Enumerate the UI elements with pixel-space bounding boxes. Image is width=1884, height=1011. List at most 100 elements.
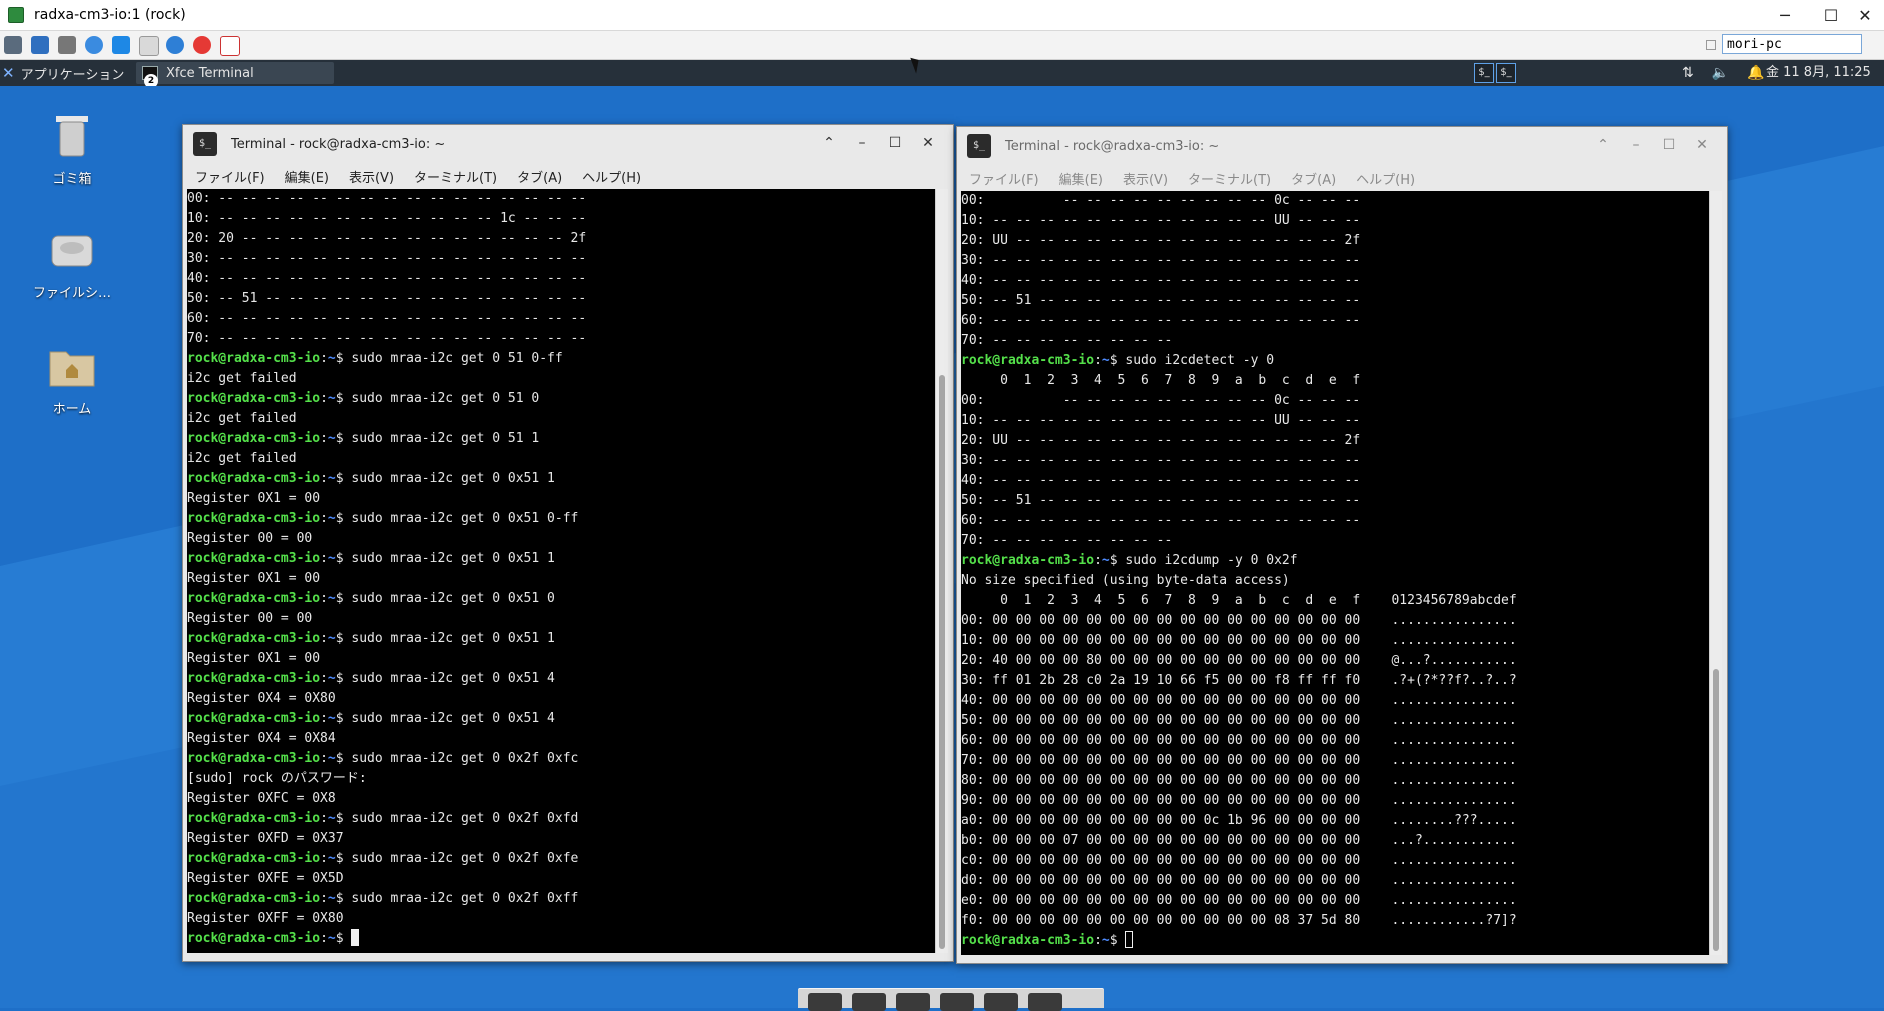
prompt-user: rock@radxa-cm3-io — [187, 391, 321, 406]
refresh-icon[interactable] — [85, 36, 103, 54]
dock-folder-icon[interactable] — [1028, 993, 1062, 1011]
ctrl-alt-del-icon[interactable] — [220, 36, 240, 56]
prompt-user: rock@radxa-cm3-io — [187, 631, 321, 646]
menu-edit[interactable]: 編集(E) — [285, 167, 329, 186]
prompt-line: rock@radxa-cm3-io:~$ sudo mraa-i2c get 0… — [187, 549, 935, 569]
dock-file-manager-icon[interactable] — [896, 993, 930, 1011]
workspace-pager[interactable]: $_ $_ — [1474, 63, 1516, 83]
viewer-title: radxa-cm3-io:1 (rock) — [34, 7, 186, 23]
output-line: d0: 00 00 00 00 00 00 00 00 00 00 00 00 … — [961, 873, 1517, 888]
panel-clock[interactable]: 金 11 8月, 11:25 ro — [1766, 60, 1884, 86]
dock-search-icon[interactable] — [984, 993, 1018, 1011]
scrollbar-thumb[interactable] — [939, 375, 945, 949]
prompt-path: ~ — [327, 671, 336, 686]
maximize-button[interactable]: ☐ — [885, 135, 905, 153]
terminal-screen[interactable]: 00: -- -- -- -- -- -- -- -- -- -- -- -- … — [187, 189, 935, 953]
desktop-icon-label: ゴミ箱 — [52, 172, 92, 187]
prompt-command: $ sudo mraa-i2c get 0 0x51 0 — [335, 591, 555, 606]
output-line: 80: 00 00 00 00 00 00 00 00 00 00 00 00 … — [961, 773, 1517, 788]
terminal-screen[interactable]: 00: -- -- -- -- -- -- -- -- -- 0c -- -- … — [961, 191, 1709, 955]
terminal-titlebar[interactable]: $_ Terminal - rock@radxa-cm3-io: ~ ⌃ – ☐… — [183, 125, 953, 163]
terminal-scrollbar[interactable] — [1709, 191, 1722, 955]
dock-show-desktop-icon[interactable] — [808, 993, 842, 1011]
home-folder-icon — [49, 351, 95, 387]
shade-button[interactable]: ⌃ — [819, 135, 839, 153]
terminal-window-left[interactable]: $_ Terminal - rock@radxa-cm3-io: ~ ⌃ – ☐… — [182, 124, 954, 962]
host-field[interactable]: mori-pc — [1722, 34, 1862, 54]
menu-terminal[interactable]: ターミナル(T) — [414, 167, 497, 186]
minimize-button[interactable]: – — [1626, 137, 1646, 155]
menu-file[interactable]: ファイル(F) — [969, 169, 1039, 188]
prompt-separator: : — [320, 551, 328, 566]
menu-tabs[interactable]: タブ(A) — [517, 167, 562, 186]
menu-terminal[interactable]: ターミナル(T) — [1188, 169, 1271, 188]
prompt-path: ~ — [327, 711, 336, 726]
close-button[interactable]: ✕ — [918, 135, 938, 153]
output-line: 10: 00 00 00 00 00 00 00 00 00 00 00 00 … — [961, 633, 1517, 648]
prompt-line: rock@radxa-cm3-io:~$ sudo i2cdetect -y 0 — [961, 351, 1709, 371]
viewer-minimize-button[interactable]: ─ — [1762, 0, 1808, 30]
prompt-user: rock@radxa-cm3-io — [187, 711, 321, 726]
menu-help[interactable]: ヘルプ(H) — [1356, 169, 1415, 188]
workspace-1-icon[interactable]: $_ — [1474, 63, 1494, 83]
terminal-scrollbar[interactable] — [935, 189, 948, 953]
prompt-command: $ sudo mraa-i2c get 0 0x51 0-ff — [335, 511, 579, 526]
maximize-button[interactable]: ☐ — [1659, 137, 1679, 155]
workspace-2-icon[interactable]: $_ — [1496, 63, 1516, 83]
menu-help[interactable]: ヘルプ(H) — [582, 167, 641, 186]
applications-menu[interactable]: ✕ アプリケーション — [2, 60, 124, 86]
output-line: 0 1 2 3 4 5 6 7 8 9 a b c d e f 01234567… — [961, 593, 1517, 608]
output-line: No size specified (using byte-data acces… — [961, 573, 1290, 588]
shade-button[interactable]: ⌃ — [1593, 137, 1613, 155]
viewer-toolbar: mori-pc — [0, 31, 1884, 60]
prompt-separator: : — [320, 471, 328, 486]
notification-bell-icon[interactable]: 🔔 — [1747, 65, 1764, 81]
output-line: Register 0X4 = 0X84 — [187, 731, 336, 746]
prompt-path: ~ — [1101, 353, 1110, 368]
fullscreen-icon[interactable] — [31, 36, 49, 54]
prompt-separator: : — [320, 811, 328, 826]
prompt-path: ~ — [1101, 553, 1110, 568]
prompt-line: rock@radxa-cm3-io:~$ sudo mraa-i2c get 0… — [187, 469, 935, 489]
xfce-logo-icon: ✕ — [2, 64, 15, 82]
prompt-line: rock@radxa-cm3-io:~$ sudo mraa-i2c get 0… — [187, 749, 935, 769]
prompt-path: ~ — [327, 811, 336, 826]
terminal-icon: $_ — [967, 134, 991, 158]
menu-file[interactable]: ファイル(F) — [195, 167, 265, 186]
home-desktop-icon[interactable]: ホーム — [22, 344, 122, 417]
disconnect-icon[interactable] — [193, 36, 211, 54]
menu-view[interactable]: 表示(V) — [1123, 169, 1168, 188]
terminal-titlebar[interactable]: $_ Terminal - rock@radxa-cm3-io: ~ ⌃ – ☐… — [957, 127, 1727, 165]
menu-view[interactable]: 表示(V) — [349, 167, 394, 186]
screenshot-icon[interactable] — [139, 36, 159, 56]
network-icon[interactable]: ⇅ — [1682, 65, 1694, 81]
terminal-window-right[interactable]: $_ Terminal - rock@radxa-cm3-io: ~ ⌃ – ☐… — [956, 126, 1728, 964]
settings-gear-icon[interactable] — [58, 36, 76, 54]
prompt-separator: : — [320, 671, 328, 686]
taskbar-button-label: Xfce Terminal — [166, 65, 254, 81]
filesystem-desktop-icon[interactable]: ファイルシ… — [22, 226, 122, 301]
dock-browser-icon[interactable] — [940, 993, 974, 1011]
info-icon[interactable] — [166, 36, 184, 54]
output-line: e0: 00 00 00 00 00 00 00 00 00 00 00 00 … — [961, 893, 1517, 908]
prompt-command: $ sudo mraa-i2c get 0 51 0-ff — [335, 351, 563, 366]
prompt-path: ~ — [327, 351, 336, 366]
output-line: 50: 00 00 00 00 00 00 00 00 00 00 00 00 … — [961, 713, 1517, 728]
menu-tabs[interactable]: タブ(A) — [1291, 169, 1336, 188]
options-icon[interactable] — [4, 36, 22, 54]
prompt-line: rock@radxa-cm3-io:~$ sudo mraa-i2c get 0… — [187, 849, 935, 869]
menu-edit[interactable]: 編集(E) — [1059, 169, 1103, 188]
windows-key-icon[interactable] — [112, 36, 130, 54]
trash-desktop-icon[interactable]: ゴミ箱 — [22, 110, 122, 187]
dock-terminal-icon[interactable] — [852, 993, 886, 1011]
output-line: 00: -- -- -- -- -- -- -- -- -- 0c -- -- … — [961, 193, 1361, 208]
scrollbar-thumb[interactable] — [1713, 669, 1719, 951]
viewer-close-button[interactable]: ✕ — [1846, 0, 1884, 30]
desktop-icon-label: ファイルシ… — [32, 286, 111, 301]
close-button[interactable]: ✕ — [1692, 137, 1712, 155]
taskbar-button-xfce-terminal[interactable]: Xfce Terminal — [136, 62, 334, 84]
prompt-user: rock@radxa-cm3-io — [187, 431, 321, 446]
volume-muted-icon[interactable]: 🔈 — [1712, 65, 1729, 81]
minimize-button[interactable]: – — [852, 135, 872, 153]
prompt-separator: : — [1094, 353, 1102, 368]
